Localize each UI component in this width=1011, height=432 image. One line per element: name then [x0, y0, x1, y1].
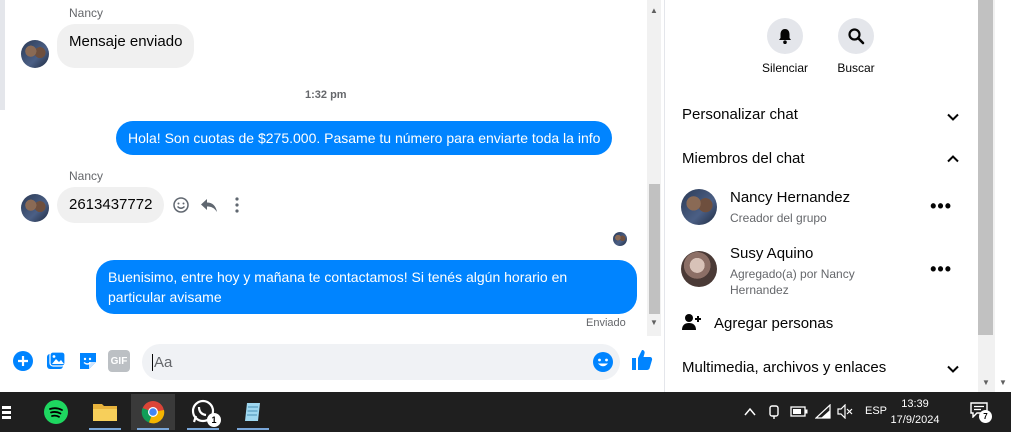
meet-now-icon[interactable]	[768, 404, 780, 420]
chevron-up-icon[interactable]	[946, 152, 960, 166]
battery-icon[interactable]	[790, 406, 808, 417]
member-role: Creador del grupo	[730, 211, 827, 225]
notes-taskbar-button[interactable]	[231, 394, 275, 430]
emoji-icon[interactable]	[592, 351, 614, 373]
timestamp: 1:32 pm	[305, 89, 347, 101]
clock-date: 17/9/2024	[890, 414, 940, 426]
message-bubble-out[interactable]: Hola! Son cuotas de $275.000. Pasame tu …	[116, 121, 613, 155]
active-indicator	[137, 428, 169, 430]
add-person-icon[interactable]	[682, 313, 702, 331]
search-label: Buscar	[837, 61, 875, 75]
whatsapp-taskbar-button[interactable]: 1	[181, 394, 225, 430]
member-avatar[interactable]	[681, 189, 717, 225]
active-indicator	[89, 428, 121, 430]
chevron-down-icon[interactable]	[946, 362, 960, 376]
clock-time: 13:39	[901, 398, 929, 410]
plus-icon[interactable]	[12, 350, 34, 372]
taskbar: 1 ESP 13:39 17/9/2024 7	[0, 392, 1011, 432]
scroll-down-icon[interactable]: ▼	[650, 318, 658, 327]
spotify-icon	[44, 400, 68, 424]
avatar[interactable]	[21, 40, 49, 68]
reply-icon[interactable]	[200, 196, 218, 214]
text-caret	[152, 354, 153, 371]
composer: GIF Aa	[0, 336, 664, 388]
chat-members-section[interactable]: Miembros del chat	[682, 150, 805, 167]
search-button[interactable]: Buscar	[826, 18, 886, 75]
notifications-button[interactable]: 7	[970, 402, 992, 423]
mute-label: Silenciar	[761, 61, 809, 75]
chat-info-panel: Silenciar Buscar Personalizar chat Miemb…	[664, 0, 978, 392]
like-icon[interactable]	[630, 348, 654, 372]
volume-muted-icon[interactable]	[837, 404, 853, 419]
media-files-links-section[interactable]: Multimedia, archivos y enlaces	[682, 359, 886, 376]
message-list: Nancy Mensaje enviado 1:32 pm Hola! Son …	[5, 0, 645, 336]
window-gutter: ▼	[995, 0, 1011, 392]
chrome-icon	[141, 401, 165, 424]
active-indicator	[237, 428, 269, 430]
member-name[interactable]: Nancy Hernandez	[730, 189, 850, 206]
message-input-placeholder: Aa	[154, 354, 173, 371]
member-role: Agregado(a) por Nancy Hernandez	[730, 267, 855, 297]
chevron-down-icon[interactable]	[946, 110, 960, 124]
member-options-icon[interactable]: •••	[930, 259, 952, 280]
file-explorer-taskbar-button[interactable]	[83, 394, 127, 430]
sticker-icon[interactable]	[77, 350, 99, 372]
wifi-icon[interactable]	[815, 404, 831, 419]
search-icon	[848, 28, 865, 45]
add-people-link[interactable]: Agregar personas	[714, 315, 833, 332]
react-emoji-icon[interactable]	[172, 196, 190, 214]
panel-scrollbar[interactable]: ▼	[978, 0, 995, 392]
scrollbar-thumb[interactable]	[649, 184, 660, 314]
sender-name: Nancy	[69, 6, 104, 20]
show-hidden-icons-icon[interactable]	[744, 407, 756, 417]
notepad-icon	[245, 403, 260, 421]
customize-chat-section[interactable]: Personalizar chat	[682, 106, 798, 123]
message-bubble-out[interactable]: Buenisimo, entre hoy y mañana te contact…	[96, 260, 637, 314]
member-name[interactable]: Susy Aquino	[730, 245, 813, 262]
member-options-icon[interactable]: •••	[930, 196, 952, 217]
clock[interactable]: 13:39 17/9/2024	[880, 396, 950, 428]
chat-scrollbar[interactable]: ▲ ▼	[647, 0, 661, 336]
scroll-down-icon[interactable]: ▼	[982, 378, 990, 387]
message-input[interactable]: Aa	[142, 344, 620, 380]
avatar[interactable]	[21, 194, 49, 222]
folder-icon	[93, 404, 117, 421]
scroll-up-icon[interactable]: ▲	[650, 6, 658, 15]
spotify-taskbar-button[interactable]	[34, 394, 78, 430]
read-receipt-avatar	[613, 232, 627, 246]
chat-pane: Nancy Mensaje enviado 1:32 pm Hola! Son …	[0, 0, 664, 392]
message-bubble-in[interactable]: 2613437772	[57, 187, 165, 223]
scrollbar-thumb[interactable]	[978, 0, 993, 335]
message-bubble-in[interactable]: Mensaje enviado	[57, 24, 195, 68]
more-options-icon[interactable]	[228, 196, 246, 214]
mute-button[interactable]: Silenciar	[755, 18, 815, 75]
chrome-taskbar-button[interactable]	[131, 394, 175, 430]
task-view-icon[interactable]	[2, 404, 14, 420]
search-circle	[838, 18, 874, 54]
sent-status: Enviado	[586, 317, 626, 329]
gif-icon[interactable]: GIF	[108, 350, 130, 372]
member-avatar[interactable]	[681, 251, 717, 287]
mute-circle	[767, 18, 803, 54]
bell-icon	[779, 29, 791, 44]
notification-badge: 1	[207, 413, 221, 427]
sender-name: Nancy	[69, 169, 104, 183]
scroll-down-icon[interactable]: ▼	[999, 378, 1007, 387]
notification-count-badge: 7	[979, 410, 992, 423]
photo-icon[interactable]	[45, 350, 67, 372]
active-indicator	[187, 428, 219, 430]
